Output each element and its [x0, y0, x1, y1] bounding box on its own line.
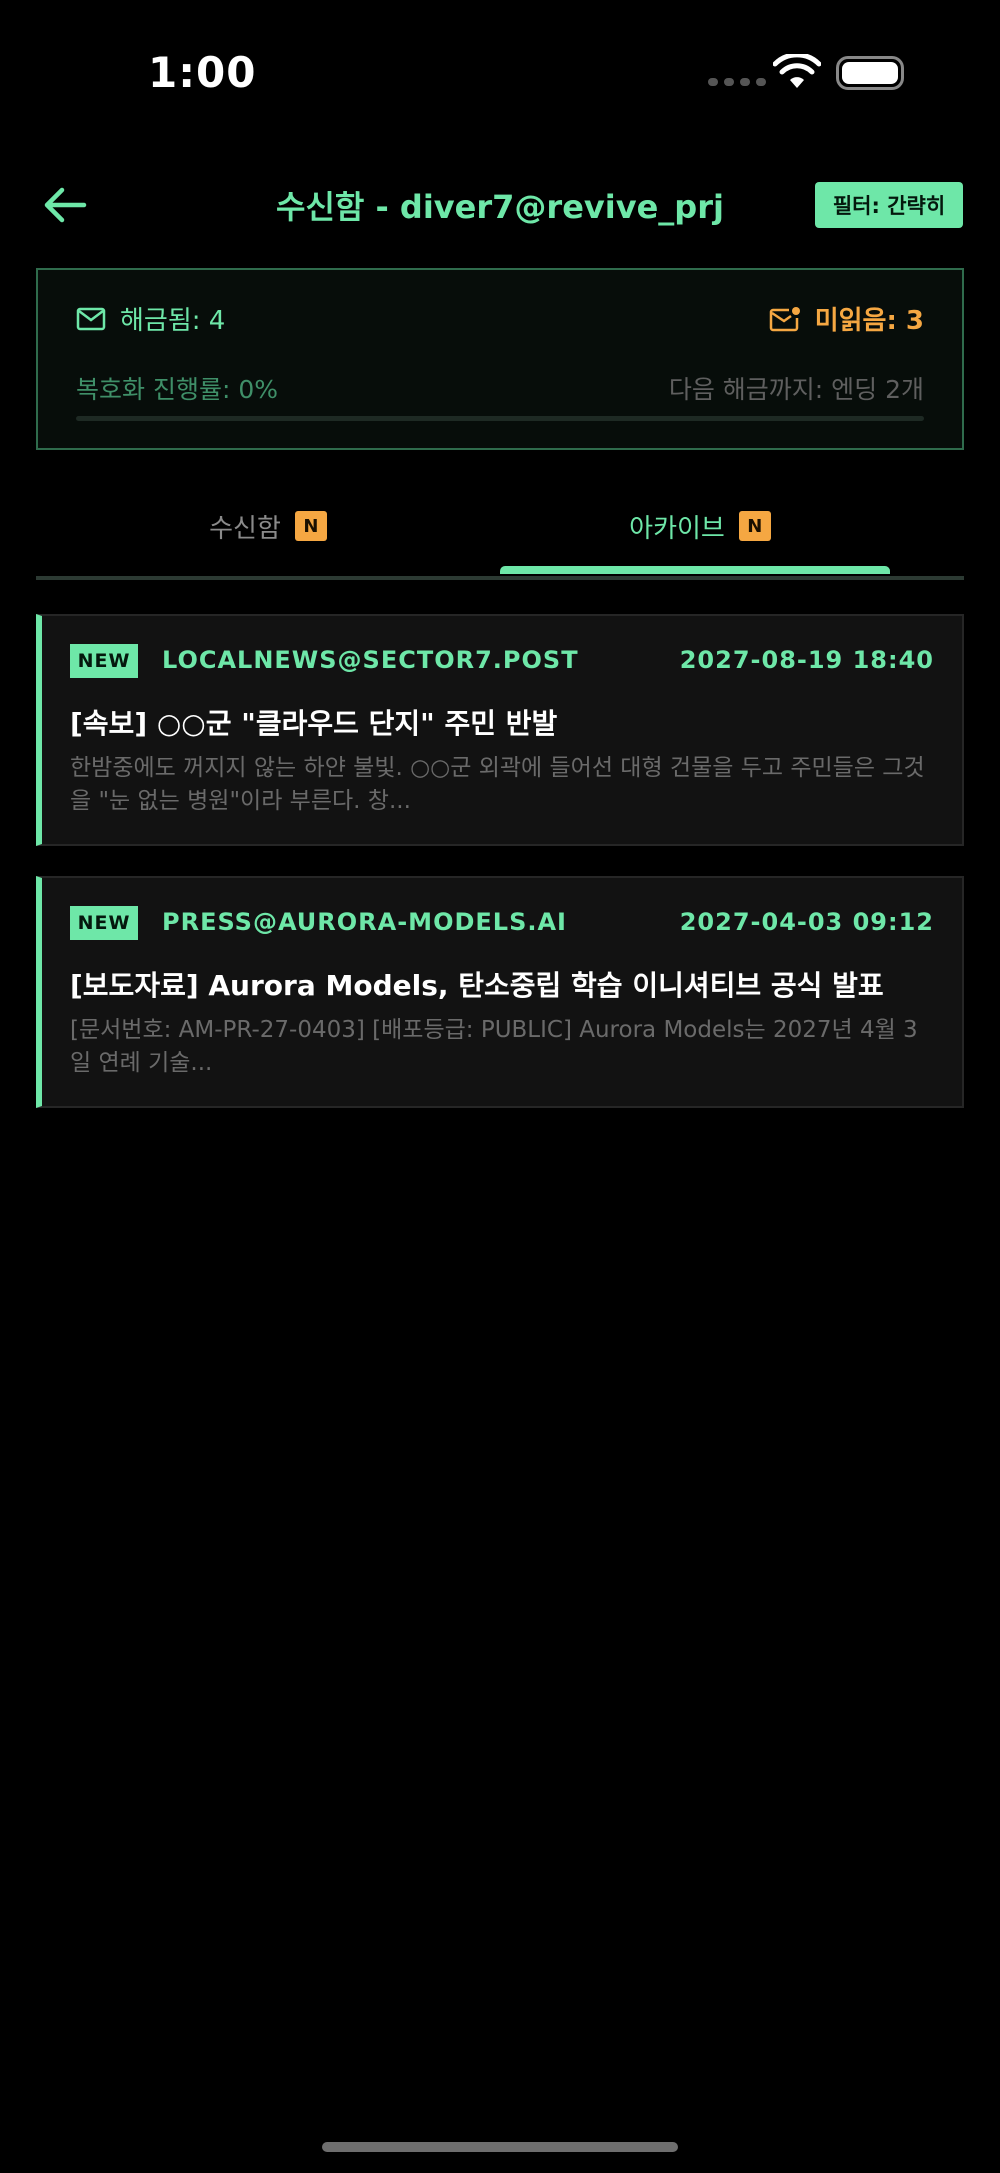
message-subject: [보도자료] Aurora Models, 탄소중립 학습 이니셔티브 공식 발… [70, 969, 884, 1002]
new-badge: NEW [70, 906, 138, 940]
message-date: 2027-04-03 09:12 [679, 908, 934, 936]
status-bar: 1:00 [0, 0, 1000, 130]
wifi-icon [773, 54, 821, 88]
active-tab-indicator [500, 566, 890, 574]
tab-inbox-new-badge: N [294, 511, 327, 541]
message-item[interactable]: NEW LOCALNEWS@SECTOR7.POST 2027-08-19 18… [36, 614, 964, 846]
filter-button[interactable]: 필터: 간략히 [815, 182, 963, 228]
message-subject: [속보] ○○군 "클라우드 단지" 주민 반발 [70, 707, 558, 740]
unread-label: 미읽음: 3 [814, 306, 924, 336]
battery-icon [836, 56, 904, 90]
unread-count: 미읽음: 3 [769, 300, 924, 337]
message-preview: 한밤중에도 꺼지지 않는 하얀 불빛. ○○군 외곽에 들어선 대형 건물을 두… [70, 755, 925, 814]
message-preview: [문서번호: AM-PR-27-0403] [배포등급: PUBLIC] Aur… [70, 1017, 918, 1076]
tab-archive-new-badge: N [738, 511, 771, 541]
mail-unread-icon [769, 306, 800, 331]
decrypt-progress-label: 복호화 진행률: 0% [76, 375, 278, 404]
message-item[interactable]: NEW PRESS@AURORA-MODELS.AI 2027-04-03 09… [36, 876, 964, 1108]
new-badge: NEW [70, 644, 138, 678]
next-unlock-label: 다음 해금까지: 엔딩 2개 [668, 375, 924, 404]
tab-archive[interactable]: 아카이브 N [500, 490, 900, 562]
inbox-summary-panel: 해금됨: 4 미읽음: 3 복호화 진행률: 0% 다음 해금까지: 엔딩 2개 [36, 268, 964, 450]
tab-inbox[interactable]: 수신함 N [36, 490, 500, 562]
unlocked-count: 해금됨: 4 [76, 300, 225, 337]
cellular-signal-icon [708, 78, 766, 86]
message-date: 2027-08-19 18:40 [679, 646, 934, 674]
message-sender: PRESS@AURORA-MODELS.AI [162, 908, 567, 936]
nav-bar: 수신함 - diver7@revive_prj 필터: 간략히 [0, 170, 1000, 240]
tab-inbox-label: 수신함 [209, 513, 281, 544]
message-sender: LOCALNEWS@SECTOR7.POST [162, 646, 579, 674]
status-time: 1:00 [148, 48, 257, 97]
mail-icon [76, 307, 106, 330]
home-indicator[interactable] [322, 2142, 678, 2152]
unlocked-label: 해금됨: 4 [120, 306, 226, 336]
tab-archive-label: 아카이브 [629, 513, 725, 544]
decrypt-progress-bar [76, 416, 924, 421]
